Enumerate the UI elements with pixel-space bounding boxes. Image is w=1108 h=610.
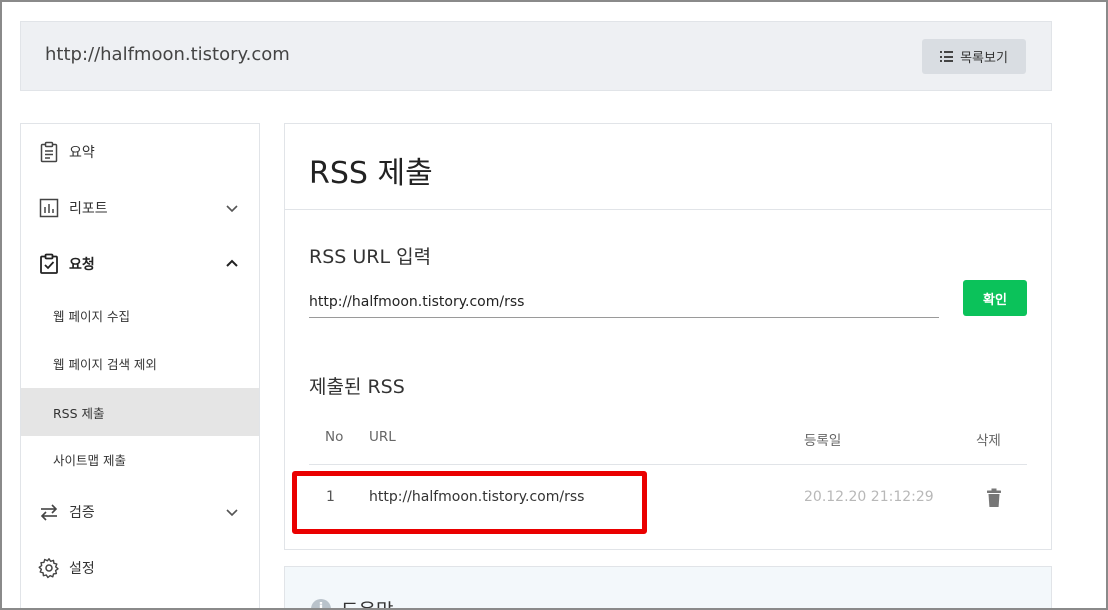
sidebar-item-label: 요약 xyxy=(69,145,95,161)
clipboard-icon xyxy=(40,141,58,163)
chevron-down-icon xyxy=(226,205,238,213)
list-view-label: 목록보기 xyxy=(960,51,1008,66)
site-url: http://halfmoon.tistory.com xyxy=(45,44,290,65)
top-bar: http://halfmoon.tistory.com 목록보기 xyxy=(20,21,1052,91)
sidebar-subitem-label: 웹 페이지 수집 xyxy=(53,308,130,324)
bar-chart-icon xyxy=(39,198,59,218)
sidebar-subitem-sitemap-submit[interactable]: 사이트맵 제출 xyxy=(21,435,259,483)
sidebar-item-settings[interactable]: 설정 xyxy=(21,544,259,592)
column-header-date: 등록일 xyxy=(804,433,842,449)
help-panel: i 도움말 xyxy=(284,566,1052,610)
gear-icon xyxy=(38,558,59,579)
sidebar-subitem-web-exclude[interactable]: 웹 페이지 검색 제외 xyxy=(21,339,259,387)
info-icon: i xyxy=(311,599,331,610)
sidebar-item-label: 리포트 xyxy=(69,201,108,217)
sidebar-subitem-rss-submit[interactable]: RSS 제출 xyxy=(21,388,259,436)
trash-icon[interactable] xyxy=(986,488,1002,508)
sidebar-item-label: 검증 xyxy=(69,505,95,521)
clipboard-check-icon xyxy=(40,253,58,274)
sidebar-subitem-label: 웹 페이지 검색 제외 xyxy=(53,356,157,372)
list-icon xyxy=(940,51,954,62)
sidebar-item-summary[interactable]: 요약 xyxy=(21,128,259,176)
sidebar-item-label: 요청 xyxy=(69,257,95,273)
confirm-button[interactable]: 확인 xyxy=(963,280,1027,316)
highlight-annotation xyxy=(292,471,647,534)
sidebar: 요약 리포트 요청 웹 페이지 수집 웹 페이지 검색 제외 RSS 제출 사이… xyxy=(20,123,260,609)
rss-url-label: RSS URL 입력 xyxy=(309,246,432,268)
column-header-url: URL xyxy=(369,429,396,445)
page-title: RSS 제출 xyxy=(309,156,433,191)
panel-header: RSS 제출 xyxy=(285,124,1051,210)
column-header-delete: 삭제 xyxy=(976,433,1001,449)
rss-url-input[interactable] xyxy=(309,286,939,318)
column-header-no: No xyxy=(325,429,344,445)
chevron-up-icon xyxy=(226,259,238,267)
sidebar-item-label: 설정 xyxy=(69,561,95,577)
sidebar-item-report[interactable]: 리포트 xyxy=(21,184,259,232)
chevron-down-icon xyxy=(226,509,238,517)
sidebar-subitem-label: 사이트맵 제출 xyxy=(53,452,126,468)
sidebar-item-verify[interactable]: 검증 xyxy=(21,488,259,536)
sidebar-subitem-web-collect[interactable]: 웹 페이지 수집 xyxy=(21,291,259,339)
list-view-button[interactable]: 목록보기 xyxy=(922,39,1026,74)
help-title: 도움말 xyxy=(341,596,393,610)
table-header: No URL 등록일 삭제 xyxy=(309,420,1027,465)
submitted-rss-title: 제출된 RSS xyxy=(309,376,405,398)
row-date: 20.12.20 21:12:29 xyxy=(804,489,934,505)
swap-arrows-icon xyxy=(40,504,58,521)
sidebar-subitem-label: RSS 제출 xyxy=(53,405,105,421)
sidebar-item-request[interactable]: 요청 xyxy=(21,240,259,288)
